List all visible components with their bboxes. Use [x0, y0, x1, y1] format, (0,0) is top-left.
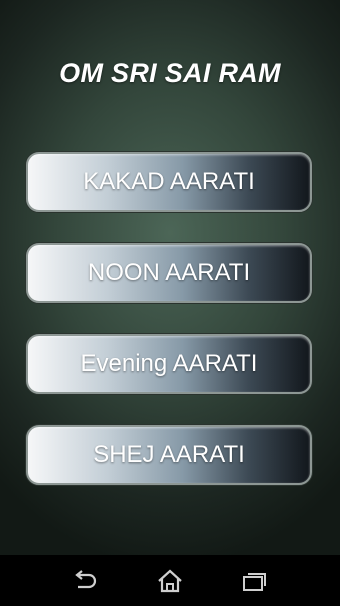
- page-title: OM SRI SAI RAM: [59, 58, 281, 88]
- home-button[interactable]: [150, 565, 190, 597]
- app-content: OM SRI SAI RAM KAKAD AARATI NOON AARATI …: [0, 0, 340, 555]
- home-icon: [158, 569, 182, 593]
- shej-aarati-button[interactable]: SHEJ AARATI: [26, 425, 312, 485]
- recent-apps-icon: [243, 573, 266, 591]
- app-screen: OM SRI SAI RAM KAKAD AARATI NOON AARATI …: [0, 0, 340, 606]
- navigation-bar: [0, 555, 340, 606]
- kakad-aarati-button[interactable]: KAKAD AARATI: [26, 152, 312, 212]
- back-button[interactable]: [65, 565, 105, 597]
- recent-apps-button[interactable]: [235, 565, 275, 597]
- noon-aarati-button[interactable]: NOON AARATI: [26, 243, 312, 303]
- back-icon: [75, 570, 97, 589]
- evening-aarati-button[interactable]: Evening AARATI: [26, 334, 312, 394]
